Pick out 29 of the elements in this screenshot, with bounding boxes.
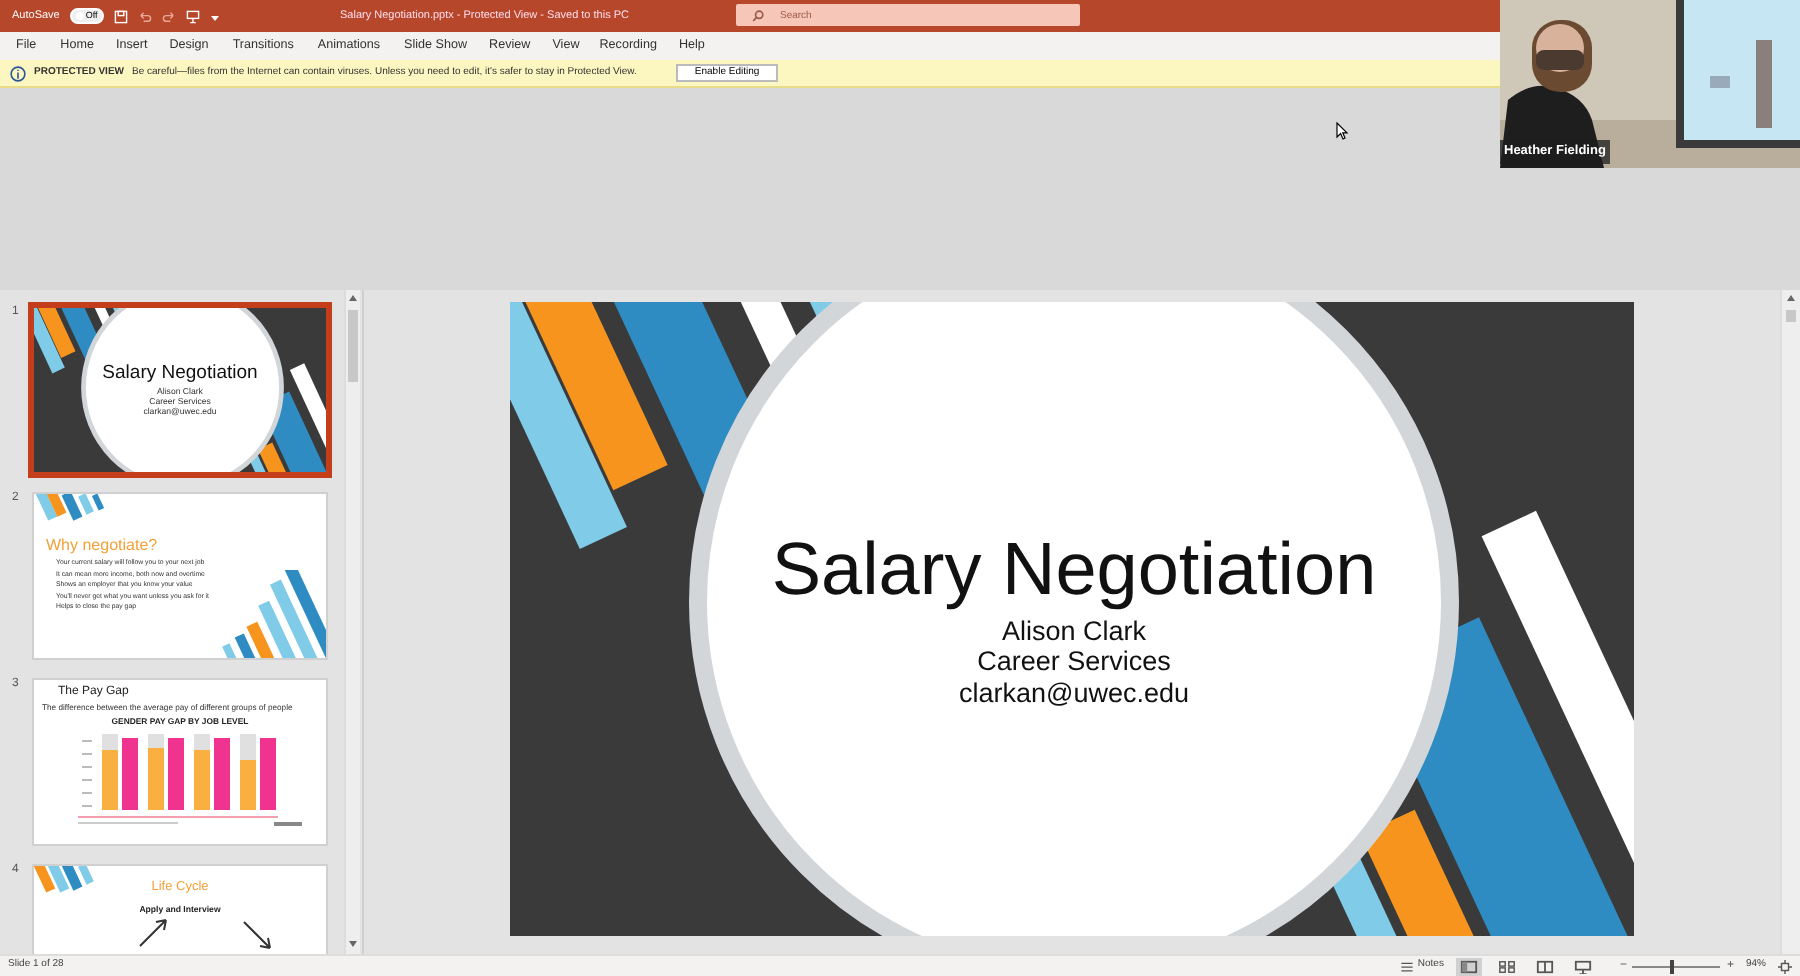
fit-slide-icon[interactable] [1778, 959, 1792, 973]
slide-text: Alison Clark [1001, 615, 1147, 647]
slide-text: Career Services [977, 646, 1171, 678]
customize-icon[interactable] [209, 11, 220, 21]
slide-sorter-icon[interactable] [1493, 957, 1520, 975]
cursor-icon [1336, 122, 1348, 140]
scroll-down-icon[interactable] [348, 940, 358, 948]
slide-title: Why negotiate? [46, 538, 158, 554]
save-icon[interactable] [113, 9, 128, 23]
arrow-icon [242, 920, 274, 952]
scrollbar-thumb[interactable] [348, 310, 358, 382]
scroll-up-icon[interactable] [1786, 294, 1796, 302]
slide-text: clarkan@uwec.edu [958, 677, 1189, 708]
normal-view-icon[interactable] [1455, 957, 1482, 975]
info-icon [10, 65, 26, 81]
slide-thumbnail[interactable] [32, 492, 328, 660]
scrollbar-thumb[interactable] [1786, 310, 1796, 322]
slide-title: Salary Negotiation [102, 364, 258, 383]
search-icon [752, 10, 764, 22]
slider-thumb[interactable] [1670, 959, 1675, 973]
slide-title: Salary Negotiation [771, 530, 1377, 612]
presentation-icon[interactable] [185, 9, 200, 23]
arrow-icon [138, 916, 170, 948]
redo-icon[interactable] [161, 9, 176, 23]
undo-icon[interactable] [137, 9, 152, 23]
scroll-up-icon[interactable] [348, 294, 358, 302]
reading-view-icon[interactable] [1531, 957, 1558, 975]
notes-icon [1399, 961, 1414, 971]
slideshow-icon[interactable] [1569, 957, 1596, 975]
